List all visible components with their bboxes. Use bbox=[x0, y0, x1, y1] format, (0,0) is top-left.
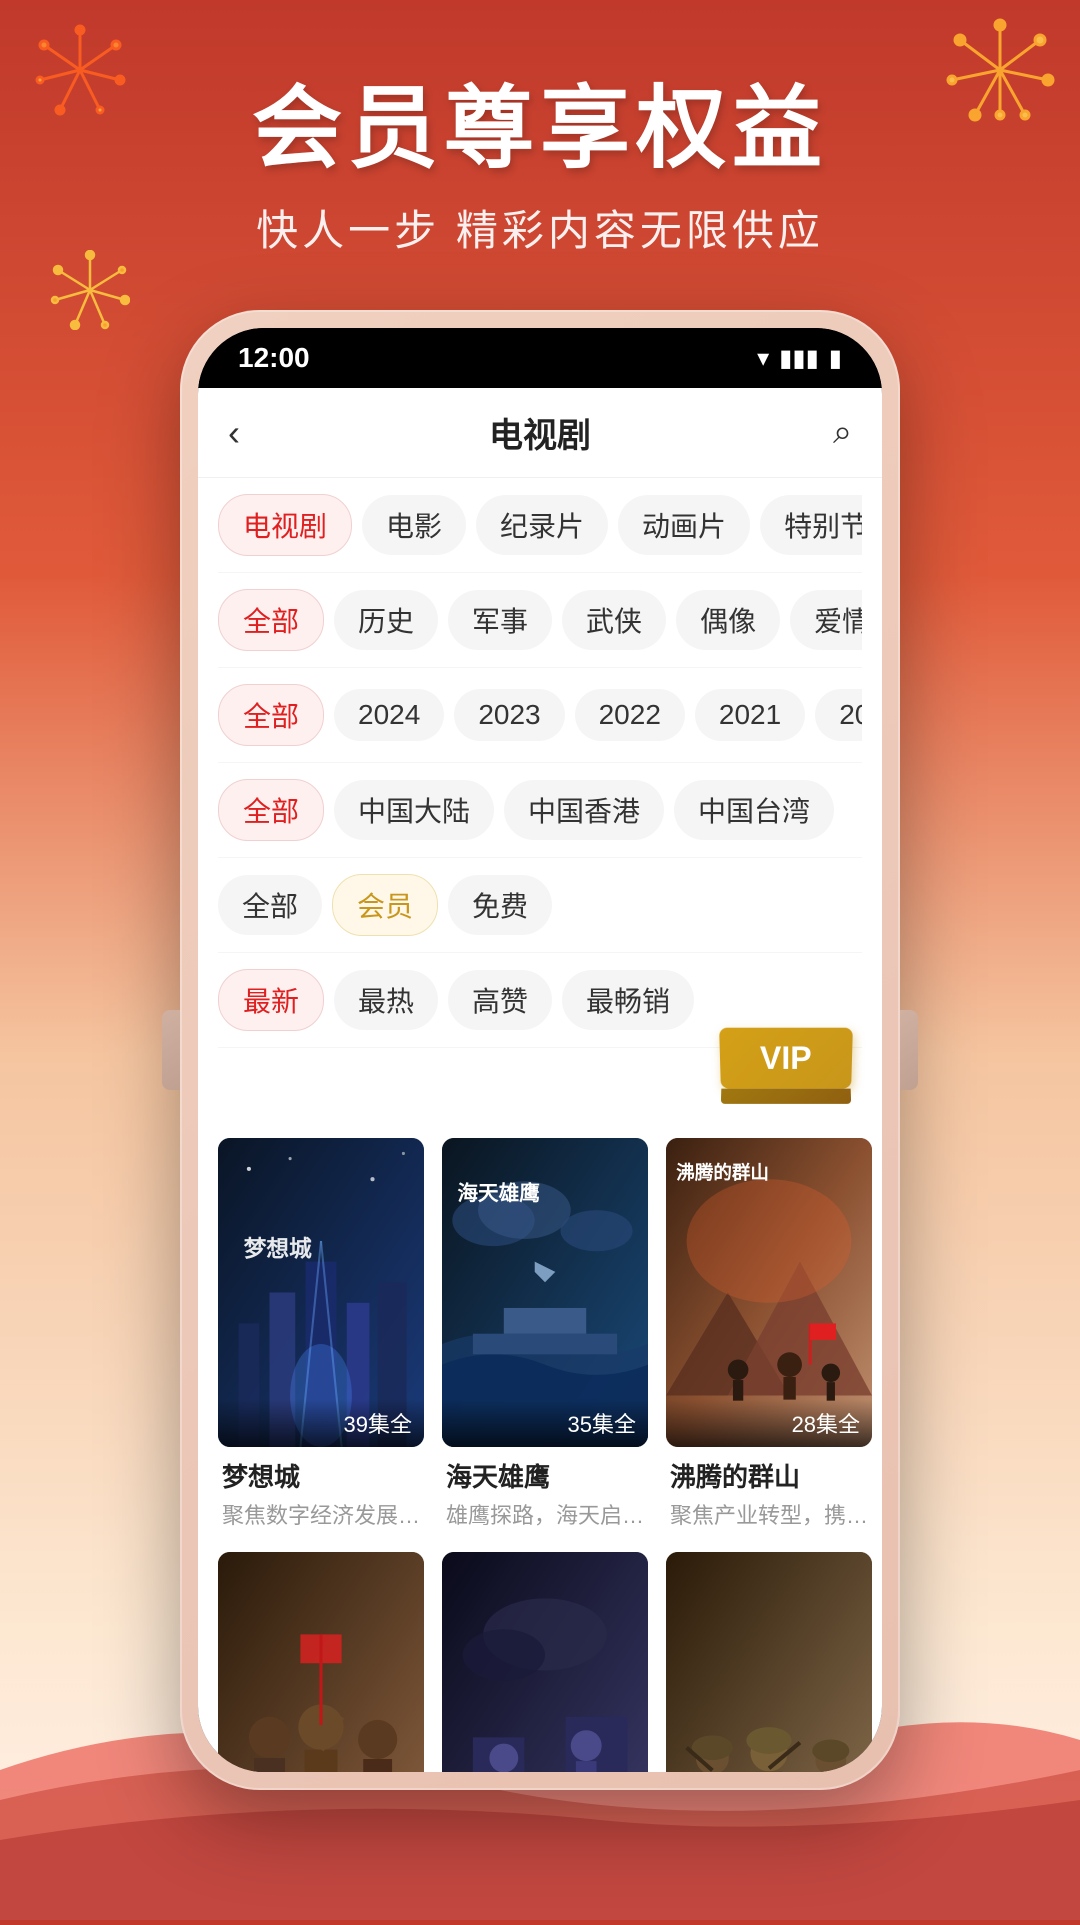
filter-tag-bestsell[interactable]: 最畅销 bbox=[562, 970, 694, 1030]
filter-tag-tw[interactable]: 中国台湾 bbox=[674, 780, 834, 840]
filter-tag-military[interactable]: 军事 bbox=[448, 590, 552, 650]
filter-tag-hk[interactable]: 中国香港 bbox=[504, 780, 664, 840]
ep-count-3: 28集全 bbox=[666, 1399, 872, 1447]
filter-tag-doc[interactable]: 纪录片 bbox=[476, 495, 608, 555]
vip-label[interactable]: VIP bbox=[720, 1028, 853, 1089]
filter-tag-idol[interactable]: 偶像 bbox=[676, 590, 780, 650]
ep-count-2: 35集全 bbox=[442, 1399, 648, 1447]
status-time: 12:00 bbox=[238, 342, 310, 374]
filter-tag-all-region[interactable]: 全部 bbox=[218, 779, 324, 841]
vip-banner: VIP bbox=[198, 1048, 882, 1128]
card-title-2: 海天雄鹰 bbox=[446, 1457, 644, 1494]
phone-mockup: 12:00 ▾ ▮▮▮ ▮ ‹ 电视剧 ⌕ bbox=[180, 310, 900, 1790]
card-thumb-4: 36集全 bbox=[218, 1552, 424, 1772]
filter-tag-history[interactable]: 历史 bbox=[334, 590, 438, 650]
filter-tag-tv[interactable]: 电视剧 bbox=[218, 494, 352, 556]
header-section: 会员尊享权益 快人一步 精彩内容无限供应 bbox=[0, 80, 1080, 258]
filter-tag-2021[interactable]: 2021 bbox=[695, 689, 805, 741]
filter-tag-newest[interactable]: 最新 bbox=[218, 969, 324, 1031]
card-desc-1: 聚焦数字经济发展… bbox=[222, 1498, 420, 1530]
status-icons: ▾ ▮▮▮ ▮ bbox=[757, 344, 842, 373]
filter-row-year: 全部 2024 2023 2022 2021 20… bbox=[218, 668, 862, 763]
content-card-2[interactable]: VIP bbox=[442, 1138, 648, 1534]
search-button[interactable]: ⌕ bbox=[792, 413, 852, 452]
signal-icon: ▮▮▮ bbox=[779, 344, 819, 373]
filter-tag-all-member[interactable]: 全部 bbox=[218, 875, 322, 935]
card-title-1: 梦想城 bbox=[222, 1457, 420, 1494]
card-thumb-2: VIP bbox=[442, 1138, 648, 1447]
filter-tag-hottest[interactable]: 最热 bbox=[334, 970, 438, 1030]
svg-text:沸腾的群山: 沸腾的群山 bbox=[676, 1162, 769, 1183]
ep-count-1: 39集全 bbox=[218, 1399, 424, 1447]
filter-tag-movie[interactable]: 电影 bbox=[362, 495, 466, 555]
filter-tag-all-year[interactable]: 全部 bbox=[218, 684, 324, 746]
card-info-1: 梦想城 聚焦数字经济发展… bbox=[218, 1447, 424, 1534]
phone-outer: 12:00 ▾ ▮▮▮ ▮ ‹ 电视剧 ⌕ bbox=[180, 310, 900, 1790]
card-info-3: 沸腾的群山 聚焦产业转型，携… bbox=[666, 1447, 872, 1534]
filter-tag-older[interactable]: 20… bbox=[815, 689, 862, 741]
filter-tag-2022[interactable]: 2022 bbox=[575, 689, 685, 741]
svg-text:海天雄鹰: 海天雄鹰 bbox=[457, 1181, 539, 1205]
filter-tag-anim[interactable]: 动画片 bbox=[618, 495, 750, 555]
wifi-icon: ▾ bbox=[757, 344, 769, 373]
filter-row-genre: 全部 历史 军事 武侠 偶像 爱情 bbox=[218, 573, 862, 668]
side-notch-right bbox=[900, 1010, 918, 1090]
filter-tag-all-genre[interactable]: 全部 bbox=[218, 589, 324, 651]
svg-text:梦想城: 梦想城 bbox=[244, 1235, 312, 1261]
card-thumb-6: VIP bbox=[666, 1552, 872, 1772]
filter-tag-wuxia[interactable]: 武侠 bbox=[562, 590, 666, 650]
filter-section: 电视剧 电影 纪录片 动画片 特别节目 全部 历史 军事 武侠 偶像 爱情 bbox=[198, 478, 882, 1048]
card-desc-3: 聚焦产业转型，携… bbox=[670, 1498, 868, 1530]
content-card-3[interactable]: VIP bbox=[666, 1138, 872, 1534]
filter-tag-2023[interactable]: 2023 bbox=[454, 689, 564, 741]
filter-tag-free[interactable]: 免费 bbox=[448, 875, 552, 935]
back-button[interactable]: ‹ bbox=[228, 412, 288, 454]
phone-screen: 12:00 ▾ ▮▮▮ ▮ ‹ 电视剧 ⌕ bbox=[198, 328, 882, 1772]
content-card-6[interactable]: VIP bbox=[666, 1552, 872, 1772]
filter-tag-mainland[interactable]: 中国大陆 bbox=[334, 780, 494, 840]
card-desc-2: 雄鹰探路，海天启… bbox=[446, 1498, 644, 1530]
card-title-3: 沸腾的群山 bbox=[670, 1457, 868, 1494]
page-title: 电视剧 bbox=[489, 408, 591, 457]
card-thumb-1: VIP bbox=[218, 1138, 424, 1447]
filter-row-region: 全部 中国大陆 中国香港 中国台湾 bbox=[218, 763, 862, 858]
side-notch-left bbox=[162, 1010, 180, 1090]
sub-title: 快人一步 精彩内容无限供应 bbox=[0, 197, 1080, 258]
card-info-2: 海天雄鹰 雄鹰探路，海天启… bbox=[442, 1447, 648, 1534]
app-content: ‹ 电视剧 ⌕ 电视剧 电影 纪录片 动画片 特别节目 bbox=[198, 388, 882, 1772]
filter-tag-romance[interactable]: 爱情 bbox=[790, 590, 862, 650]
content-card-4[interactable]: 36集全 历史大剧 精彩历史故事… bbox=[218, 1552, 424, 1772]
filter-tag-2024[interactable]: 2024 bbox=[334, 689, 444, 741]
main-title: 会员尊享权益 bbox=[0, 80, 1080, 179]
filter-row-category: 电视剧 电影 纪录片 动画片 特别节目 bbox=[218, 478, 862, 573]
firework-mid-left bbox=[50, 250, 130, 330]
content-area: VIP bbox=[198, 1128, 882, 1772]
content-card-1[interactable]: VIP bbox=[218, 1138, 424, 1534]
card-thumb-3: VIP bbox=[666, 1138, 872, 1447]
battery-icon: ▮ bbox=[829, 344, 842, 373]
filter-tag-special[interactable]: 特别节目 bbox=[760, 495, 862, 555]
card-thumb-5: VIP bbox=[442, 1552, 648, 1772]
filter-tag-vip[interactable]: 会员 bbox=[332, 874, 438, 936]
content-card-5[interactable]: VIP bbox=[442, 1552, 648, 1772]
status-bar: 12:00 ▾ ▮▮▮ ▮ bbox=[198, 328, 882, 388]
filter-row-membership: 全部 会员 免费 bbox=[218, 858, 862, 953]
filter-tag-top-rated[interactable]: 高赞 bbox=[448, 970, 552, 1030]
content-grid: VIP bbox=[218, 1138, 862, 1772]
top-nav: ‹ 电视剧 ⌕ bbox=[198, 388, 882, 478]
